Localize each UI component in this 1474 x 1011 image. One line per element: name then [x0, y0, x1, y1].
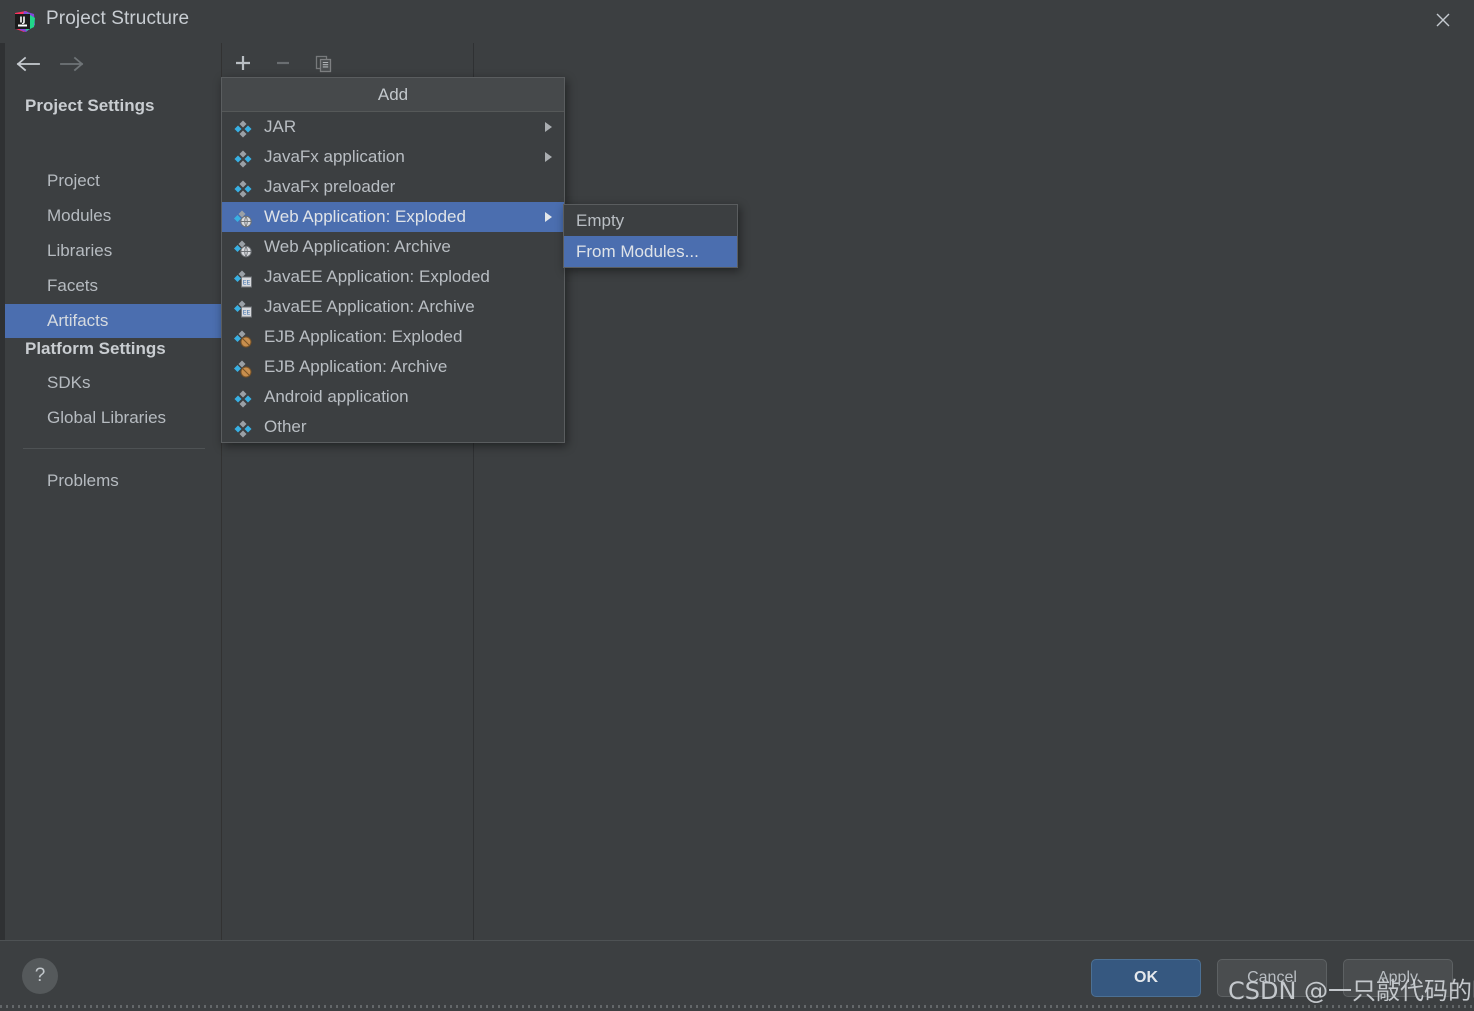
menu-item-label: JavaEE Application: Exploded: [264, 267, 490, 286]
close-icon[interactable]: [1412, 0, 1474, 40]
sidebar-item-artifacts[interactable]: Artifacts: [5, 304, 221, 338]
sidebar-item-global-libraries[interactable]: Global Libraries: [5, 401, 221, 435]
sidebar-item-modules[interactable]: Modules: [5, 199, 221, 233]
chevron-right-icon: [545, 122, 552, 132]
menu-item-label: JavaFx application: [264, 147, 405, 166]
artifact-icon: [233, 178, 253, 198]
javaee-artifact-icon: EE: [233, 298, 253, 318]
sidebar-item-sdks[interactable]: SDKs: [5, 366, 221, 400]
arrow-left-icon[interactable]: [13, 52, 45, 76]
artifact-icon: [233, 388, 253, 408]
copy-icon: [308, 49, 338, 77]
menu-item-label: JAR: [264, 117, 297, 136]
title-bar: IJ Project Structure: [0, 0, 1474, 43]
menu-item-label: EJB Application: Exploded: [264, 327, 463, 346]
sidebar-group-project-settings: Project Settings: [25, 96, 155, 115]
add-artifact-menu: Add JAR JavaFx application JavaFx preloa…: [221, 77, 565, 443]
menu-item-javaee-application-archive[interactable]: EE JavaEE Application: Archive: [222, 292, 564, 322]
menu-item-android-application[interactable]: Android application: [222, 382, 564, 412]
web-artifact-icon: [233, 238, 253, 258]
menu-item-other[interactable]: Other: [222, 412, 564, 442]
settings-sidebar: Project Settings Project Modules Librari…: [5, 43, 222, 940]
window-title: Project Structure: [46, 8, 190, 29]
menu-item-javafx-preloader[interactable]: JavaFx preloader: [222, 172, 564, 202]
artifact-icon: [233, 148, 253, 168]
sidebar-item-facets[interactable]: Facets: [5, 269, 221, 303]
menu-item-ejb-application-exploded[interactable]: EJB Application: Exploded: [222, 322, 564, 352]
sidebar-nav-row: [5, 43, 221, 85]
plus-icon[interactable]: [228, 49, 258, 77]
chevron-right-icon: [545, 212, 552, 222]
menu-item-web-application-exploded[interactable]: Web Application: Exploded: [222, 202, 564, 232]
javaee-artifact-icon: EE: [233, 268, 253, 288]
menu-item-label: Web Application: Exploded: [264, 207, 466, 226]
arrow-right-icon[interactable]: [55, 52, 87, 76]
help-button[interactable]: ?: [22, 958, 58, 994]
sidebar-item-project[interactable]: Project: [5, 164, 221, 198]
sidebar-item-problems[interactable]: Problems: [5, 464, 221, 498]
artifact-icon: [233, 418, 253, 438]
artifact-icon: [233, 118, 253, 138]
menu-item-javaee-application-exploded[interactable]: EE JavaEE Application: Exploded: [222, 262, 564, 292]
svg-text:IJ: IJ: [20, 16, 26, 25]
menu-item-jar[interactable]: JAR: [222, 112, 564, 142]
sidebar-item-libraries[interactable]: Libraries: [5, 234, 221, 268]
window-bottom-edge: [0, 1005, 1474, 1008]
chevron-right-icon: [545, 152, 552, 162]
dialog-button-bar: ? OK Cancel Apply: [0, 940, 1474, 1011]
menu-item-label: Web Application: Archive: [264, 237, 451, 256]
project-structure-dialog: IJ Project Structure Project Settings Pr…: [0, 0, 1474, 1011]
artifact-detail-pane: [474, 43, 1474, 940]
artifacts-toolbar: [222, 43, 474, 81]
menu-item-web-application-archive[interactable]: Web Application: Archive: [222, 232, 564, 262]
menu-item-label: Android application: [264, 387, 409, 406]
submenu-item-from-modules[interactable]: From Modules...: [564, 236, 737, 267]
web-artifact-icon: [233, 208, 253, 228]
intellij-idea-logo-icon: IJ: [12, 10, 36, 34]
apply-button[interactable]: Apply: [1343, 959, 1453, 997]
menu-item-label: JavaEE Application: Archive: [264, 297, 475, 316]
menu-item-label: EJB Application: Archive: [264, 357, 448, 376]
svg-text:EE: EE: [243, 280, 251, 287]
menu-item-javafx-application[interactable]: JavaFx application: [222, 142, 564, 172]
cancel-button[interactable]: Cancel: [1217, 959, 1327, 997]
web-application-exploded-submenu: Empty From Modules...: [563, 204, 738, 268]
menu-item-ejb-application-archive[interactable]: EJB Application: Archive: [222, 352, 564, 382]
menu-item-label: Other: [264, 417, 307, 436]
ejb-artifact-icon: [233, 328, 253, 348]
svg-text:EE: EE: [243, 310, 251, 317]
ejb-artifact-icon: [233, 358, 253, 378]
sidebar-divider: [23, 448, 205, 449]
submenu-item-empty[interactable]: Empty: [564, 205, 737, 236]
menu-item-label: JavaFx preloader: [264, 177, 396, 196]
minus-icon: [268, 49, 298, 77]
sidebar-group-platform-settings: Platform Settings: [25, 339, 166, 358]
ok-button[interactable]: OK: [1091, 959, 1201, 997]
add-menu-header: Add: [222, 78, 564, 112]
